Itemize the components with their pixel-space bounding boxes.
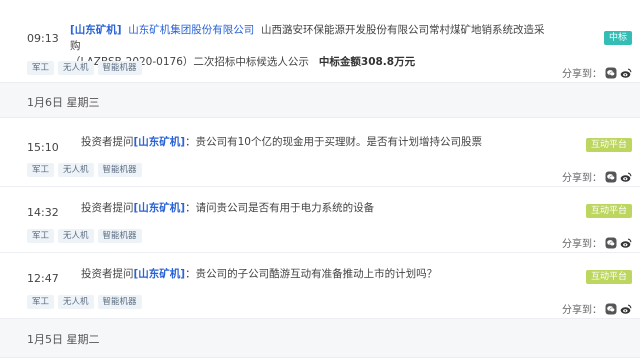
weibo-icon[interactable]: [620, 303, 632, 315]
status-badge: 互动平台: [585, 270, 632, 284]
question-prefix: 投资者提问: [81, 268, 134, 280]
tag-chip[interactable]: 智能机器: [97, 163, 142, 177]
share-label: 分享到：: [562, 69, 602, 80]
company-tag[interactable]: [山东矿机]: [134, 268, 186, 280]
news-item: 15:10 投资者提问[山东矿机]：贵公司有10个亿的现金用于买理财。是否有计划…: [0, 118, 640, 186]
question-prefix: 投资者提问: [81, 136, 134, 148]
tag-chip[interactable]: 无人机: [58, 295, 94, 309]
question-text: ：贵公司有10个亿的现金用于买理财。是否有计划增持公司股票: [185, 136, 482, 148]
share-bar: 分享到：: [562, 169, 632, 184]
status-badge: 中标: [603, 31, 632, 45]
date-separator: 1月6日 星期三: [0, 82, 640, 118]
weibo-icon[interactable]: [620, 67, 632, 79]
tag-chip[interactable]: 智能机器: [97, 61, 142, 75]
tag-chip[interactable]: 军工: [27, 229, 55, 243]
share-label: 分享到：: [562, 305, 602, 316]
item-content[interactable]: 投资者提问[山东矿机]：贵公司的子公司酷游互动有准备推动上市的计划吗？: [81, 266, 551, 282]
date-separator: 1月5日 星期二: [0, 318, 640, 358]
tag-chip[interactable]: 无人机: [58, 229, 94, 243]
news-item: 09:13 [山东矿机] 山东矿机集团股份有限公司 山西潞安环保能源开发股份有限…: [0, 0, 640, 82]
share-label: 分享到：: [562, 239, 602, 250]
date-label: 1月6日 星期三: [27, 96, 100, 109]
wechat-icon[interactable]: [605, 303, 617, 315]
wechat-icon[interactable]: [605, 171, 617, 183]
share-bar: 分享到：: [562, 235, 632, 250]
tag-chip[interactable]: 无人机: [58, 61, 94, 75]
item-time: 14:32: [27, 206, 59, 219]
question-prefix: 投资者提问: [81, 202, 134, 214]
tag-chip[interactable]: 军工: [27, 163, 55, 177]
wechat-icon[interactable]: [605, 67, 617, 79]
share-bar: 分享到：: [562, 301, 632, 316]
company-tag[interactable]: [山东矿机]: [134, 136, 186, 148]
date-label: 1月5日 星期二: [27, 333, 100, 346]
status-badge: 互动平台: [585, 204, 632, 218]
tag-chip[interactable]: 智能机器: [97, 295, 142, 309]
tag-chip[interactable]: 智能机器: [97, 229, 142, 243]
question-text: ：请问贵公司是否有用于电力系统的设备: [185, 202, 375, 214]
item-time: 15:10: [27, 141, 59, 154]
company-tag[interactable]: [山东矿机]: [70, 24, 122, 36]
item-content[interactable]: 投资者提问[山东矿机]：贵公司有10个亿的现金用于买理财。是否有计划增持公司股票: [81, 134, 551, 150]
company-tag[interactable]: [山东矿机]: [134, 202, 186, 214]
weibo-icon[interactable]: [620, 171, 632, 183]
status-badge: 互动平台: [585, 138, 632, 152]
tag-list: 军工 无人机 智能机器: [27, 163, 142, 177]
share-label: 分享到：: [562, 173, 602, 184]
tag-chip[interactable]: 军工: [27, 295, 55, 309]
item-time: 09:13: [27, 32, 59, 45]
news-item: 14:32 投资者提问[山东矿机]：请问贵公司是否有用于电力系统的设备 互动平台…: [0, 187, 640, 252]
item-content[interactable]: [山东矿机] 山东矿机集团股份有限公司 山西潞安环保能源开发股份有限公司常村煤矿…: [70, 22, 550, 70]
tag-chip[interactable]: 无人机: [58, 163, 94, 177]
question-text: ：贵公司的子公司酷游互动有准备推动上市的计划吗？: [185, 268, 438, 280]
tag-list: 军工 无人机 智能机器: [27, 229, 142, 243]
tag-list: 军工 无人机 智能机器: [27, 61, 142, 75]
weibo-icon[interactable]: [620, 237, 632, 249]
tag-list: 军工 无人机 智能机器: [27, 295, 142, 309]
tag-chip[interactable]: 军工: [27, 61, 55, 75]
bid-amount: 中标金额308.8万元: [318, 56, 416, 68]
share-bar: 分享到：: [562, 65, 632, 80]
wechat-icon[interactable]: [605, 237, 617, 249]
item-content[interactable]: 投资者提问[山东矿机]：请问贵公司是否有用于电力系统的设备: [81, 200, 551, 216]
item-time: 12:47: [27, 272, 59, 285]
news-item: 12:47 投资者提问[山东矿机]：贵公司的子公司酷游互动有准备推动上市的计划吗…: [0, 253, 640, 318]
company-name[interactable]: 山东矿机集团股份有限公司: [128, 24, 254, 36]
